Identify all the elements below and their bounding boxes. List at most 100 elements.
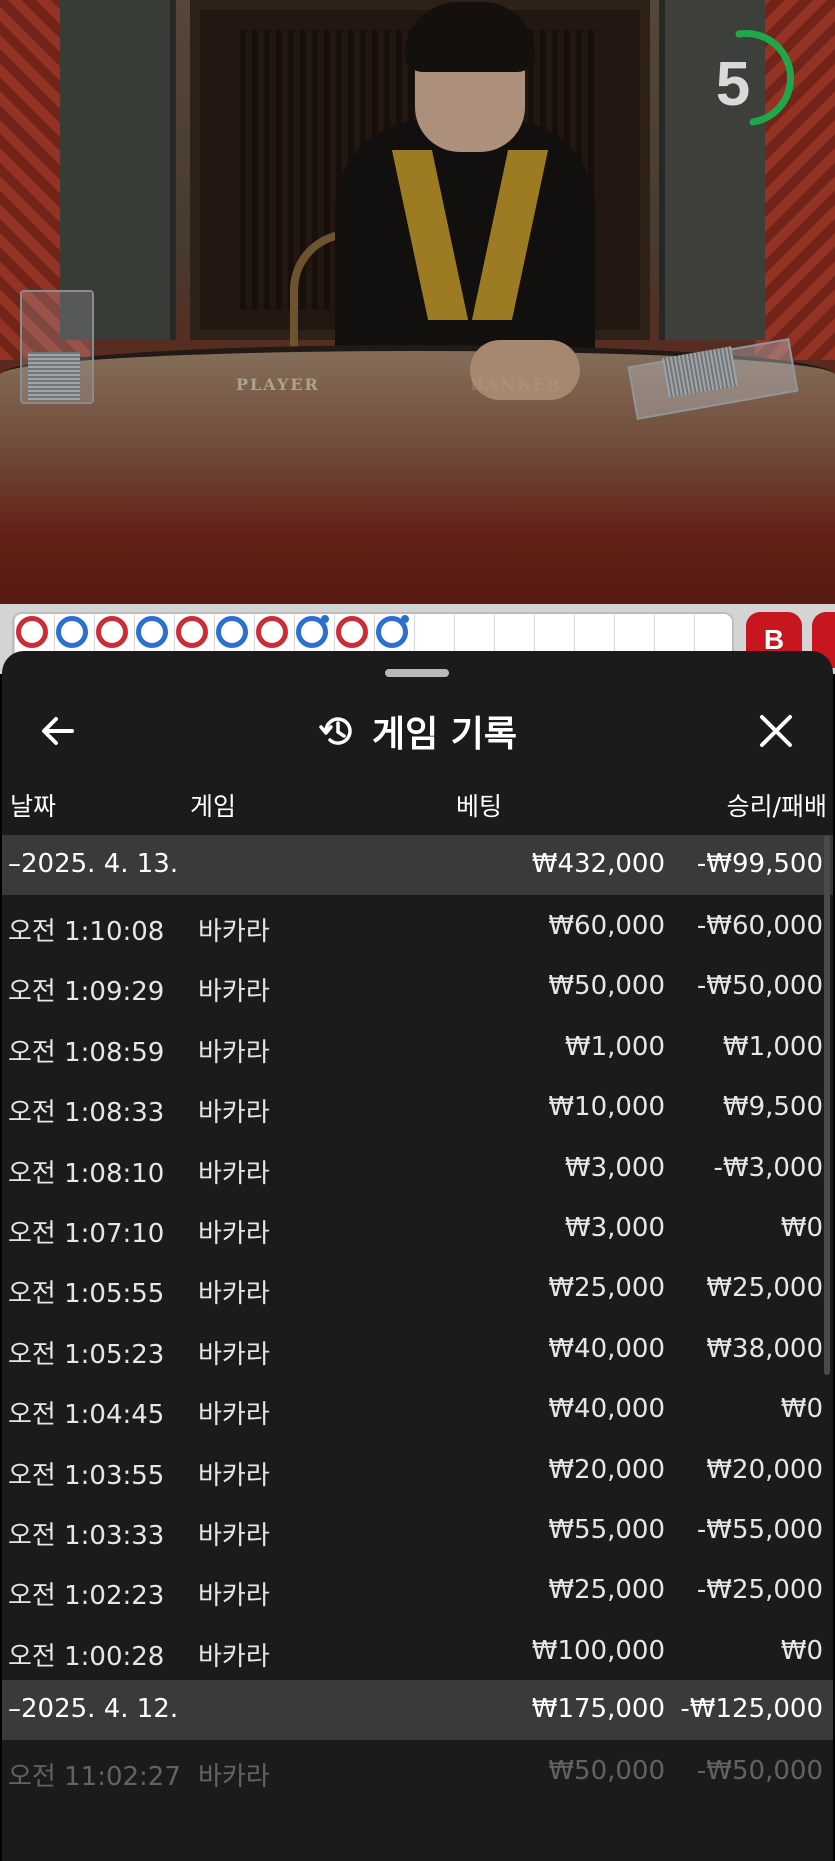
row-game: 바카라	[198, 1581, 270, 1612]
column-date: 날짜	[10, 792, 57, 821]
row-result: -₩50,000	[696, 1756, 823, 1787]
group-bet-total: ₩175,000	[531, 1694, 665, 1725]
row-game: 바카라	[198, 1037, 270, 1068]
bead-road-marker	[136, 616, 168, 648]
back-arrow-icon[interactable]	[36, 709, 80, 753]
history-table: –2025. 4. 13. ₩432,000 -₩99,500 오전 1:10:08 바…	[2, 835, 833, 1800]
bead-road-marker	[96, 616, 128, 648]
drag-handle[interactable]	[385, 669, 449, 677]
row-result: ₩38,000	[706, 1333, 823, 1364]
row-result: -₩25,000	[696, 1575, 823, 1606]
row-game: 바카라	[198, 1279, 270, 1310]
bead-road-marker	[336, 616, 368, 648]
row-game: 바카라	[198, 977, 270, 1008]
column-result: 승리/패배	[726, 792, 827, 821]
table-row[interactable]: 오전 1:03:33 바카라 ₩55,000 -₩55,000	[2, 1499, 833, 1559]
table-row[interactable]: 오전 1:05:23 바카라 ₩40,000 ₩38,000	[2, 1318, 833, 1378]
row-bet: ₩10,000	[548, 1092, 665, 1123]
row-bet: ₩3,000	[564, 1212, 665, 1243]
date-group-header[interactable]: –2025. 4. 12. ₩175,000 -₩125,000	[2, 1680, 833, 1741]
row-game: 바카라	[198, 1460, 270, 1491]
row-result: ₩25,000	[706, 1273, 823, 1304]
row-result: -₩60,000	[696, 911, 823, 941]
sheet-header: 게임 기록	[2, 691, 833, 771]
bead-road-marker	[176, 616, 208, 648]
row-bet: ₩3,000	[564, 1152, 665, 1183]
row-time: 오전 1:08:10	[8, 1158, 165, 1189]
row-bet: ₩25,000	[548, 1273, 665, 1304]
game-history-sheet: 게임 기록 날짜 게임 베팅 승리/패배 –2025. 4. 13. ₩432,0…	[2, 651, 833, 1861]
row-game: 바카라	[198, 1400, 270, 1431]
table-row[interactable]: 오전 1:05:55 바카라 ₩25,000 ₩25,000	[2, 1257, 833, 1317]
table-row[interactable]: 오전 1:03:55 바카라 ₩20,000 ₩20,000	[2, 1439, 833, 1499]
column-headers: 날짜 게임 베팅 승리/패배	[2, 771, 833, 833]
row-time: 오전 1:03:55	[8, 1460, 165, 1491]
row-game: 바카라	[198, 1158, 270, 1189]
group-bet-total: ₩432,000	[531, 849, 665, 879]
live-video: PLAYER BANKER 5	[0, 0, 835, 604]
scrollbar[interactable]	[824, 835, 830, 1375]
row-result: -₩55,000	[696, 1514, 823, 1545]
row-bet: ₩40,000	[548, 1333, 665, 1364]
group-result-total: -₩99,500	[696, 849, 823, 879]
row-time: 오전 1:02:23	[8, 1581, 165, 1612]
row-bet: ₩100,000	[531, 1635, 665, 1666]
bead-road-marker	[56, 616, 88, 648]
row-result: ₩1,000	[722, 1031, 823, 1062]
wall-panel-left	[60, 0, 176, 340]
row-result: -₩3,000	[713, 1152, 823, 1183]
row-result: ₩9,500	[722, 1092, 823, 1123]
group-date: –2025. 4. 12.	[8, 1694, 179, 1725]
row-time: 오전 1:05:55	[8, 1279, 165, 1310]
table-row[interactable]: 오전 1:09:29 바카라 ₩50,000 -₩50,000	[2, 955, 833, 1015]
close-icon[interactable]	[754, 709, 798, 753]
row-game: 바카라	[198, 1339, 270, 1370]
row-bet: ₩55,000	[548, 1514, 665, 1545]
table-row[interactable]: 오전 1:02:23 바카라 ₩25,000 -₩25,000	[2, 1559, 833, 1619]
table-label-player: PLAYER	[236, 375, 320, 394]
table-row[interactable]: 오전 1:04:45 바카라 ₩40,000 ₩0	[2, 1378, 833, 1438]
row-result: ₩0	[780, 1635, 823, 1666]
row-time: 오전 1:08:33	[8, 1098, 165, 1129]
bead-road-marker	[296, 615, 329, 648]
row-result: ₩20,000	[706, 1454, 823, 1485]
row-bet: ₩1,000	[564, 1031, 665, 1062]
table-label-banker: BANKER	[470, 375, 562, 394]
row-bet: ₩40,000	[548, 1394, 665, 1425]
group-date: –2025. 4. 13.	[8, 849, 179, 879]
row-time: 오전 1:08:59	[8, 1037, 165, 1068]
history-icon	[319, 717, 352, 745]
row-result: -₩50,000	[696, 971, 823, 1002]
row-bet: ₩20,000	[548, 1454, 665, 1485]
table-row[interactable]: 오전 11:02:27 바카라 ₩50,000 -₩50,000	[2, 1740, 833, 1800]
bead-road-marker	[16, 616, 48, 648]
table-row[interactable]: 오전 1:07:10 바카라 ₩3,000 ₩0	[2, 1197, 833, 1257]
row-bet: ₩25,000	[548, 1575, 665, 1606]
column-game: 게임	[190, 792, 237, 821]
row-time: 오전 1:09:29	[8, 977, 165, 1008]
date-group-header[interactable]: –2025. 4. 13. ₩432,000 -₩99,500	[2, 835, 833, 895]
bead-road-marker	[216, 616, 248, 648]
bead-road-marker	[376, 615, 409, 648]
card-stack	[28, 352, 80, 400]
table-row[interactable]: 오전 1:10:08 바카라 ₩60,000 -₩60,000	[2, 895, 833, 955]
table-row[interactable]: 오전 1:00:28 바카라 ₩100,000 ₩0	[2, 1620, 833, 1680]
row-result: ₩0	[780, 1212, 823, 1243]
row-bet: ₩50,000	[548, 1756, 665, 1787]
table-row[interactable]: 오전 1:08:33 바카라 ₩10,000 ₩9,500	[2, 1076, 833, 1136]
row-time: 오전 1:10:08	[8, 917, 165, 947]
table-row[interactable]: 오전 1:08:10 바카라 ₩3,000 -₩3,000	[2, 1137, 833, 1197]
row-result: ₩0	[780, 1394, 823, 1425]
row-game: 바카라	[198, 1641, 270, 1672]
row-bet: ₩50,000	[548, 971, 665, 1002]
table-row[interactable]: 오전 1:08:59 바카라 ₩1,000 ₩1,000	[2, 1016, 833, 1076]
column-bet: 베팅	[456, 792, 503, 821]
bead-road-marker	[256, 616, 288, 648]
row-time: 오전 1:03:33	[8, 1520, 165, 1551]
row-time: 오전 11:02:27	[8, 1762, 181, 1793]
row-time: 오전 1:04:45	[8, 1400, 165, 1431]
group-result-total: -₩125,000	[680, 1694, 823, 1725]
row-time: 오전 1:07:10	[8, 1218, 165, 1249]
countdown-timer: 5	[715, 50, 751, 119]
row-bet: ₩60,000	[548, 911, 665, 941]
